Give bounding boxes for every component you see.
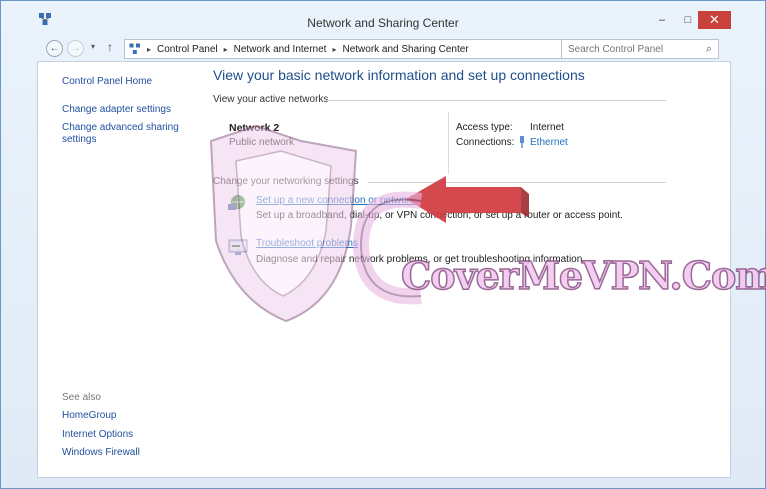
- navigation-bar: ← → ▾ ↑ ▸ Control Panel ▸ Network and In…: [41, 37, 731, 61]
- breadcrumb-network-and-sharing-center[interactable]: Network and Sharing Center: [342, 44, 468, 55]
- network-type: Public network: [229, 137, 295, 148]
- homegroup-link[interactable]: HomeGroup: [62, 410, 116, 422]
- divider: [326, 100, 666, 101]
- troubleshoot-icon: [228, 239, 248, 255]
- network-name: Network 2: [229, 122, 280, 134]
- back-button[interactable]: ←: [46, 40, 63, 57]
- forward-button[interactable]: →: [67, 40, 84, 57]
- internet-options-link[interactable]: Internet Options: [62, 429, 133, 441]
- connections-label: Connections:: [456, 137, 515, 148]
- breadcrumb-separator-icon: ▸: [223, 44, 228, 54]
- access-type-value: Internet: [530, 122, 564, 133]
- breadcrumb-control-panel[interactable]: Control Panel: [157, 44, 218, 55]
- breadcrumb: ▸ Control Panel ▸ Network and Internet ▸…: [141, 44, 469, 55]
- minimize-button[interactable]: –: [649, 11, 675, 29]
- control-panel-icon: [129, 43, 140, 54]
- recent-locations-chevron-icon[interactable]: ▾: [91, 42, 95, 51]
- window-frame: Network and Sharing Center – □ ✕ ← → ▾ ↑…: [0, 0, 766, 489]
- address-bar[interactable]: ▸ Control Panel ▸ Network and Internet ▸…: [124, 39, 594, 59]
- divider: [368, 182, 666, 183]
- setup-new-connection-link[interactable]: Set up a new connection or network: [256, 195, 415, 206]
- see-also-heading: See also: [62, 392, 101, 403]
- search-icon[interactable]: ⌕: [706, 43, 712, 56]
- ethernet-icon: [520, 136, 524, 148]
- up-arrow-icon[interactable]: ↑: [107, 40, 113, 54]
- breadcrumb-network-and-internet[interactable]: Network and Internet: [234, 44, 327, 55]
- page-title: View your basic network information and …: [213, 67, 585, 83]
- control-panel-home-link[interactable]: Control Panel Home: [62, 76, 152, 88]
- access-type-label: Access type:: [456, 122, 513, 133]
- search-input[interactable]: [568, 43, 688, 55]
- watermark-text: CoverMeVPN.Com: [400, 252, 766, 299]
- search-box[interactable]: ⌕: [561, 39, 719, 59]
- change-advanced-sharing-link-line2[interactable]: settings: [62, 134, 96, 146]
- active-networks-label: View your active networks: [213, 94, 329, 105]
- title-bar: Network and Sharing Center – □ ✕: [1, 1, 765, 35]
- ethernet-connection-link[interactable]: Ethernet: [530, 137, 568, 148]
- windows-firewall-link[interactable]: Windows Firewall: [62, 447, 140, 459]
- breadcrumb-separator-icon: ▸: [147, 44, 152, 54]
- breadcrumb-separator-icon: ▸: [332, 44, 337, 54]
- change-adapter-settings-link[interactable]: Change adapter settings: [62, 104, 171, 116]
- setup-new-connection-description: Set up a broadband, dial-up, or VPN conn…: [256, 210, 623, 221]
- new-connection-icon: [228, 195, 245, 210]
- troubleshoot-problems-link[interactable]: Troubleshoot problems: [256, 238, 358, 249]
- close-button[interactable]: ✕: [698, 11, 731, 29]
- divider: [448, 112, 449, 174]
- change-advanced-sharing-link-line1[interactable]: Change advanced sharing: [62, 122, 179, 134]
- change-networking-settings-label: Change your networking settings: [213, 176, 359, 187]
